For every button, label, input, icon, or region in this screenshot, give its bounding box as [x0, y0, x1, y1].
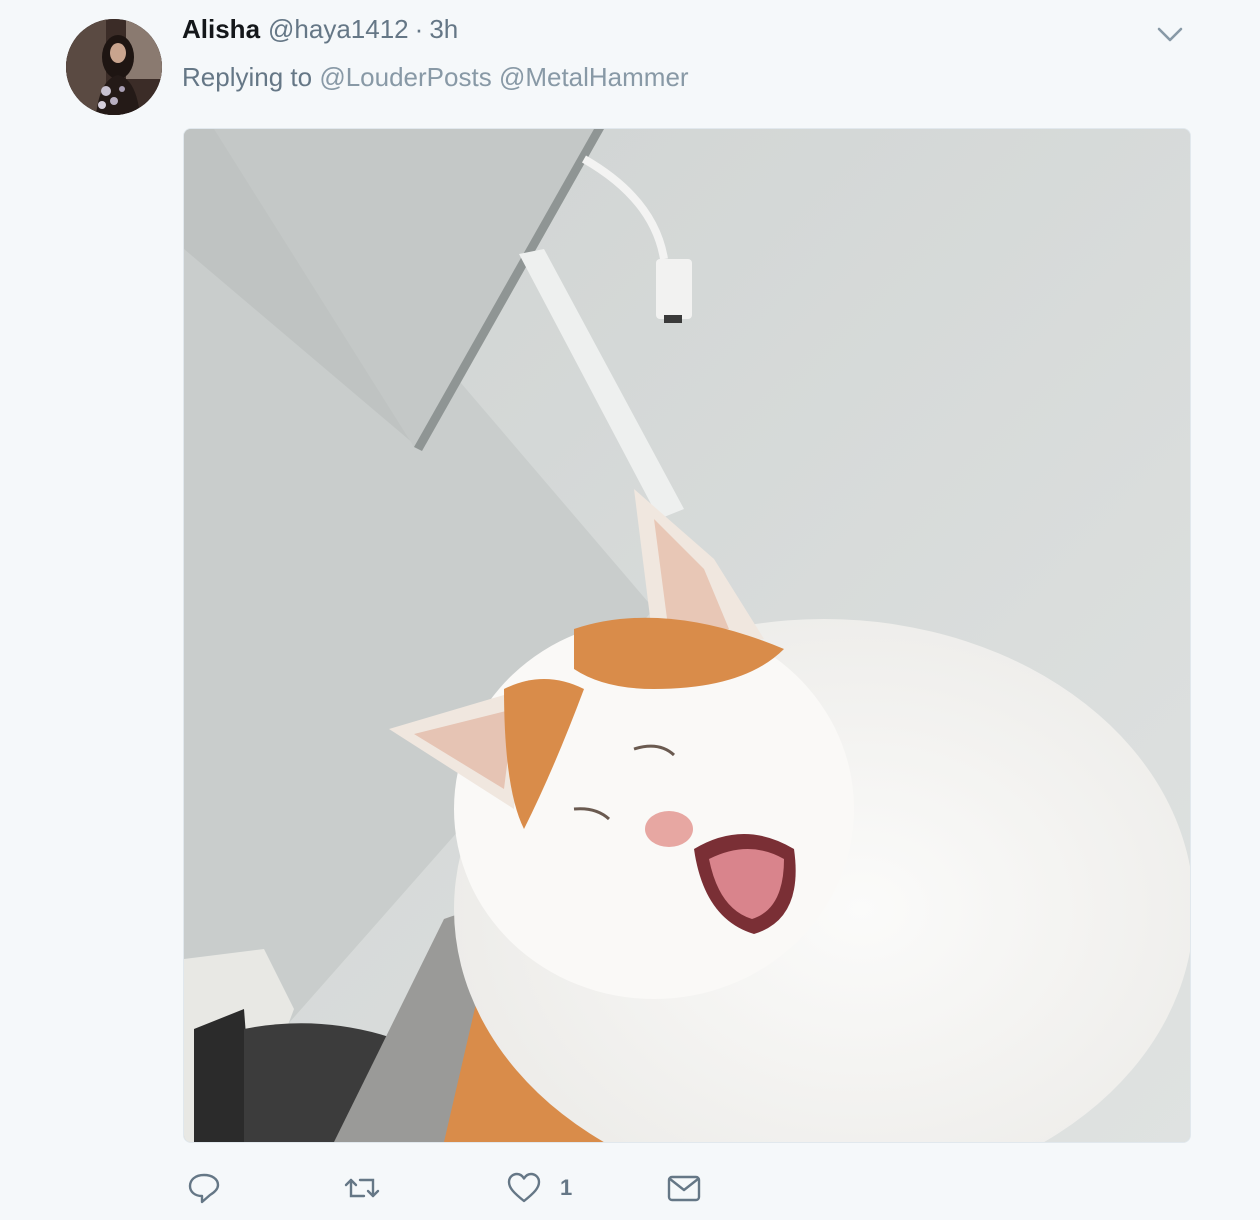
timestamp[interactable]: 3h	[429, 14, 458, 45]
avatar-photo	[66, 19, 162, 115]
replying-to-line: Replying to @LouderPosts @MetalHammer	[182, 62, 689, 93]
tweet-photo[interactable]	[183, 128, 1191, 1143]
tweet: Alisha @haya1412 · 3h Replying to @Loude…	[0, 0, 1260, 1220]
chevron-down-icon[interactable]	[1154, 20, 1186, 48]
tweet-actions: 1	[186, 1168, 886, 1208]
direct-message-button[interactable]	[666, 1168, 702, 1208]
replying-prefix: Replying to	[182, 62, 313, 92]
cat-photo	[184, 129, 1190, 1142]
reply-icon	[188, 1173, 220, 1204]
avatar[interactable]	[66, 19, 162, 115]
retweet-icon	[344, 1178, 380, 1198]
retweet-button[interactable]	[344, 1168, 380, 1208]
author-name[interactable]: Alisha	[182, 14, 260, 45]
mention-metalhammer[interactable]: @MetalHammer	[499, 62, 689, 92]
author-handle[interactable]: @haya1412	[268, 14, 409, 45]
mention-louderposts[interactable]: @LouderPosts	[319, 62, 491, 92]
like-count: 1	[560, 1175, 573, 1200]
like-button[interactable]: 1	[506, 1168, 572, 1208]
envelope-icon	[667, 1175, 701, 1202]
tweet-header: Alisha @haya1412 · 3h	[182, 14, 458, 50]
reply-button[interactable]	[186, 1168, 222, 1208]
heart-icon	[507, 1172, 541, 1203]
separator-dot: ·	[414, 14, 424, 44]
